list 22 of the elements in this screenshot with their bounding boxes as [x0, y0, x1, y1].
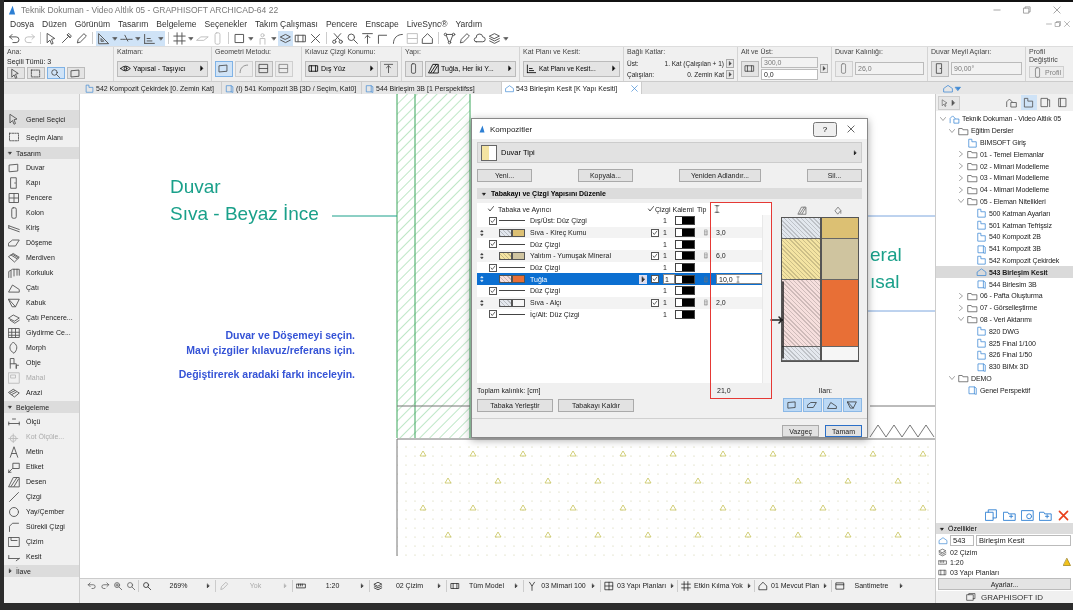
- drawing-label: ısal: [870, 271, 900, 293]
- menu-item[interactable]: Düzen: [38, 19, 71, 29]
- dialog-title: Kompozitler: [490, 124, 533, 134]
- instruction-text: Değiştirerek aradaki farkı inceleyin.: [178, 368, 355, 380]
- menu-item[interactable]: Pencere: [321, 19, 362, 29]
- menu-item[interactable]: Yardım: [451, 19, 487, 29]
- menu-item[interactable]: Takım Çalışması: [251, 19, 322, 29]
- drawing-label: Duvar: [170, 176, 221, 198]
- help-button[interactable]: ?: [813, 121, 837, 137]
- menu-item[interactable]: Tasarım: [114, 19, 153, 29]
- instruction-text: Mavi çizgiler kılavuz/referans için.: [186, 344, 355, 356]
- instruction-text: Duvar ve Döşemeyi seçin.: [225, 329, 355, 341]
- menu-item[interactable]: Görünüm: [70, 19, 115, 29]
- menu-item[interactable]: Enscape: [361, 19, 403, 29]
- menu-item[interactable]: LiveSync®: [402, 19, 452, 29]
- menu-item[interactable]: Dosya: [6, 19, 39, 29]
- drawing-label: Sıva - Beyaz İnce: [170, 203, 319, 225]
- window-title: Teknik Dokuman - Video Altlık 05 - GRAPHISOFT ARCHICAD-64 22: [21, 5, 280, 15]
- account-label: GRAPHISOFT ID: [980, 592, 1044, 602]
- drawing-label: eral: [870, 244, 902, 266]
- menu-item[interactable]: Belgeleme: [152, 19, 201, 29]
- menu-item[interactable]: Seçenekler: [200, 19, 252, 29]
